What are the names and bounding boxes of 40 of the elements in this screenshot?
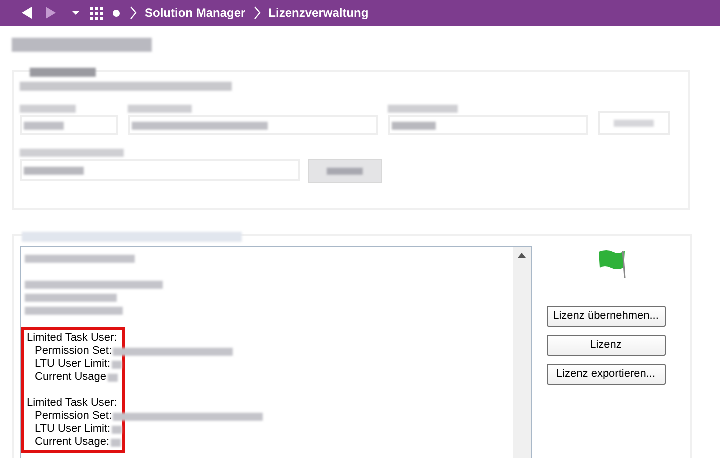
input-field[interactable] (128, 115, 378, 135)
dot-icon[interactable] (113, 10, 120, 16)
entry-heading: Limited Task User: (27, 332, 118, 345)
field-label: Current Usage: (35, 436, 110, 449)
blurred-text (112, 426, 122, 434)
chevron-icon (254, 6, 261, 20)
blurred-button[interactable] (308, 159, 382, 183)
dropdown-icon[interactable] (72, 10, 80, 16)
input-field[interactable] (20, 115, 118, 135)
chevron-icon (130, 6, 137, 20)
forward-icon[interactable] (44, 6, 58, 20)
blurred-text (128, 105, 192, 113)
license-button[interactable]: Lizenz (546, 335, 666, 356)
blurred-text (614, 120, 654, 126)
entry-heading: Limited Task User: (27, 397, 118, 410)
breadcrumb-link[interactable]: Solution Manager (145, 4, 246, 22)
field-label: Current Usage (35, 371, 107, 384)
breadcrumb-link[interactable]: Lizenzverwaltung (268, 4, 369, 22)
license-button[interactable]: Lizenz übernehmen... (546, 306, 666, 327)
blurred-text (30, 68, 96, 77)
blurred-text (108, 374, 118, 382)
blurred-text (24, 167, 84, 175)
scroll-up-icon[interactable] (518, 253, 526, 258)
blurred-text (112, 360, 122, 368)
field-label: Permission Set: (35, 345, 112, 358)
scrollbar[interactable] (513, 247, 531, 458)
input-field[interactable] (388, 115, 588, 135)
blurred-text (392, 122, 436, 130)
field-label: LTU User Limit: (35, 358, 111, 371)
license-button[interactable]: Lizenz exportieren... (546, 364, 666, 385)
field-label: Permission Set: (35, 410, 112, 423)
blurred-text (327, 168, 363, 174)
input-field[interactable] (20, 159, 300, 181)
blurred-text (24, 122, 64, 130)
back-icon[interactable] (20, 6, 34, 20)
grid-icon[interactable] (90, 6, 103, 20)
blurred-text (388, 105, 458, 113)
blurred-text (110, 438, 121, 446)
blurred-text (20, 105, 76, 113)
field-label: LTU User Limit: (35, 423, 111, 436)
